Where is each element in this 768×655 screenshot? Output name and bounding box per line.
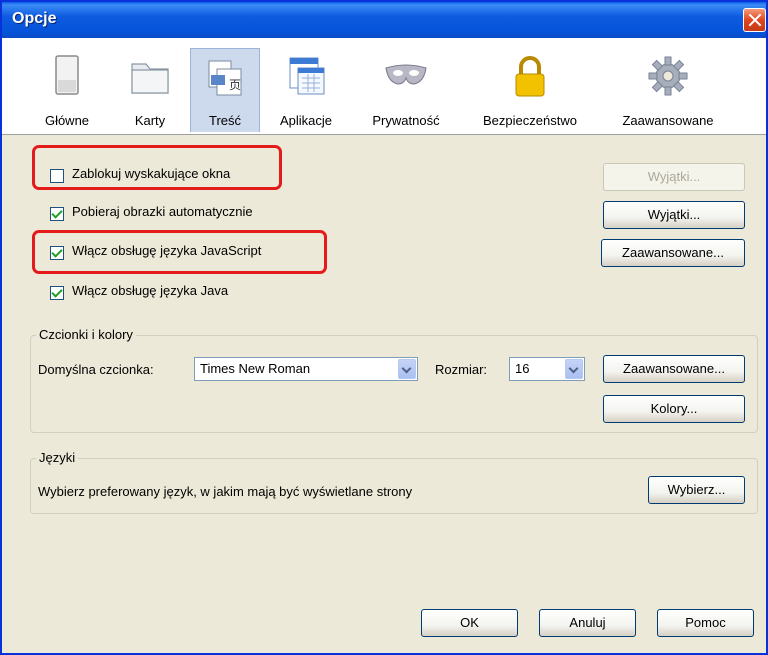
font-size-select[interactable]: 16 bbox=[509, 357, 585, 381]
fonts-group-legend: Czcionki i kolory bbox=[36, 327, 136, 342]
chevron-down-icon[interactable] bbox=[398, 359, 416, 379]
title-bar[interactable]: Opcje bbox=[2, 2, 766, 38]
highlight-box bbox=[32, 230, 327, 274]
load-images-checkbox[interactable] bbox=[50, 207, 64, 221]
tab-label: Karty bbox=[134, 113, 166, 128]
load-images-label: Pobieraj obrazki automatycznie bbox=[72, 204, 253, 219]
languages-description: Wybierz preferowany język, w jakim mają … bbox=[38, 484, 413, 499]
mask-icon bbox=[385, 64, 427, 85]
gear-icon bbox=[648, 56, 688, 96]
close-button[interactable] bbox=[743, 8, 766, 32]
popup-exceptions-button[interactable]: Wyjątki... bbox=[603, 163, 745, 191]
chevron-down-icon[interactable] bbox=[565, 359, 583, 379]
default-font-label: Domyślna czcionka: bbox=[38, 362, 154, 377]
options-dialog: Opcje Główne Karty 页 Treść Aplikacje Pry… bbox=[0, 0, 768, 655]
tab-label: Zaawansowane bbox=[622, 113, 714, 128]
tab-karty[interactable]: Karty bbox=[112, 48, 188, 132]
content-page-icon: 页 bbox=[208, 60, 242, 96]
svg-text:页: 页 bbox=[229, 78, 241, 92]
javascript-advanced-button[interactable]: Zaawansowane... bbox=[601, 239, 745, 267]
window-icon bbox=[55, 55, 79, 95]
padlock-icon bbox=[515, 56, 545, 97]
help-button[interactable]: Pomoc bbox=[657, 609, 754, 637]
tab-label: Bezpieczeństwo bbox=[483, 113, 577, 128]
java-checkbox[interactable] bbox=[50, 286, 64, 300]
tab-label: Główne bbox=[44, 113, 90, 128]
applications-icon bbox=[289, 57, 325, 95]
default-font-value: Times New Roman bbox=[200, 361, 311, 376]
tab-aplikacje[interactable]: Aplikacje bbox=[264, 48, 348, 132]
tab-tresc[interactable]: 页 Treść bbox=[190, 48, 260, 132]
choose-language-button[interactable]: Wybierz... bbox=[648, 476, 745, 504]
fonts-advanced-button[interactable]: Zaawansowane... bbox=[603, 355, 745, 383]
default-font-select[interactable]: Times New Roman bbox=[194, 357, 418, 381]
tab-prywatnosc[interactable]: Prywatność bbox=[358, 48, 454, 132]
cancel-button[interactable]: Anuluj bbox=[539, 609, 636, 637]
window-title: Opcje bbox=[12, 10, 57, 27]
highlight-box bbox=[32, 145, 282, 190]
tab-label: Prywatność bbox=[372, 113, 440, 128]
tab-bezpieczenstwo[interactable]: Bezpieczeństwo bbox=[468, 48, 592, 132]
font-size-value: 16 bbox=[515, 361, 530, 376]
tab-label: Aplikacje bbox=[279, 113, 333, 128]
colors-button[interactable]: Kolory... bbox=[603, 395, 745, 423]
java-label: Włącz obsługę języka Java bbox=[72, 283, 229, 298]
tab-zaawansowane[interactable]: Zaawansowane bbox=[606, 48, 730, 132]
tabs-folder-icon bbox=[131, 63, 169, 94]
languages-group-legend: Języki bbox=[36, 450, 79, 465]
size-label: Rozmiar: bbox=[435, 362, 488, 377]
image-exceptions-button[interactable]: Wyjątki... bbox=[603, 201, 745, 229]
tab-glowne[interactable]: Główne bbox=[24, 48, 110, 132]
tab-label: Treść bbox=[208, 113, 242, 128]
category-toolbar: Główne Karty 页 Treść Aplikacje Prywatnoś… bbox=[2, 38, 766, 135]
ok-button[interactable]: OK bbox=[421, 609, 518, 637]
